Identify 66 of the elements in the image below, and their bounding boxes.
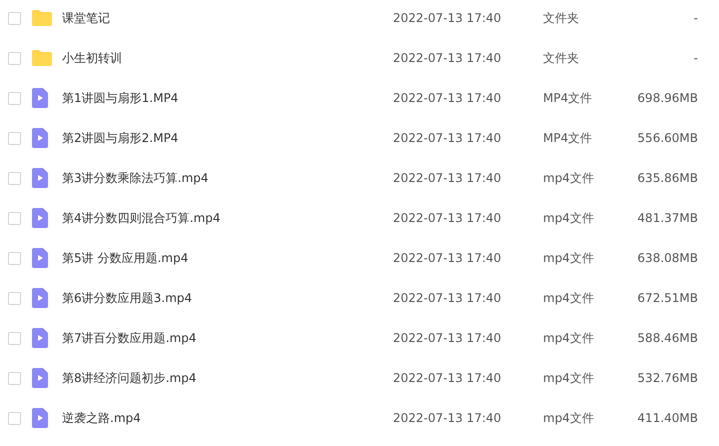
video-file-icon: [32, 168, 48, 188]
file-name[interactable]: 第3讲分数乘除法巧算.mp4: [62, 170, 393, 186]
file-type: mp4文件: [543, 410, 595, 426]
file-size: 411.40MB: [637, 411, 698, 425]
video-file-icon: [32, 328, 48, 348]
video-file-icon: [32, 248, 48, 268]
modified-date: 2022-07-13 17:40: [393, 91, 502, 105]
file-size: -: [694, 51, 698, 65]
modified-date: 2022-07-13 17:40: [393, 171, 502, 185]
file-type: 文件夹: [543, 50, 580, 66]
checkbox[interactable]: [8, 292, 21, 304]
checkbox[interactable]: [8, 172, 21, 184]
modified-date: 2022-07-13 17:40: [393, 371, 502, 385]
file-size: 698.96MB: [637, 91, 698, 105]
modified-date: 2022-07-13 17:40: [393, 331, 502, 345]
file-name[interactable]: 第6讲分数应用题3.mp4: [62, 290, 393, 306]
file-name[interactable]: 第4讲分数四则混合巧算.mp4: [62, 210, 393, 226]
video-file-icon: [32, 208, 48, 228]
file-name[interactable]: 课堂笔记: [62, 10, 393, 26]
video-file-icon: [32, 88, 48, 108]
file-size: 588.46MB: [637, 331, 698, 345]
file-type: mp4文件: [543, 330, 595, 346]
file-name[interactable]: 第8讲经济问题初步.mp4: [62, 370, 393, 386]
checkbox[interactable]: [8, 212, 21, 224]
folder-icon: [32, 50, 52, 66]
file-size: 556.60MB: [637, 131, 698, 145]
file-size: 638.08MB: [637, 251, 698, 265]
modified-date: 2022-07-13 17:40: [393, 11, 502, 25]
modified-date: 2022-07-13 17:40: [393, 251, 502, 265]
file-type: mp4文件: [543, 170, 595, 186]
file-size: 532.76MB: [637, 371, 698, 385]
modified-date: 2022-07-13 17:40: [393, 291, 502, 305]
video-file-icon: [32, 368, 48, 388]
checkbox[interactable]: [8, 92, 21, 104]
file-type: 文件夹: [543, 10, 580, 26]
file-type: mp4文件: [543, 210, 595, 226]
modified-date: 2022-07-13 17:40: [393, 411, 502, 425]
checkbox[interactable]: [8, 332, 21, 344]
file-name[interactable]: 逆袭之路.mp4: [62, 410, 393, 426]
file-type: mp4文件: [543, 250, 595, 266]
folder-icon: [32, 10, 52, 26]
file-size: 635.86MB: [637, 171, 698, 185]
checkbox[interactable]: [8, 132, 21, 144]
file-type: MP4文件: [543, 90, 594, 106]
file-type: MP4文件: [543, 130, 594, 146]
checkbox[interactable]: [8, 12, 21, 24]
checkbox[interactable]: [8, 372, 21, 384]
checkbox[interactable]: [8, 52, 21, 64]
file-name[interactable]: 第2讲圆与扇形2.MP4: [62, 130, 393, 146]
modified-date: 2022-07-13 17:40: [393, 131, 502, 145]
modified-date: 2022-07-13 17:40: [393, 51, 502, 65]
video-file-icon: [32, 128, 48, 148]
file-size: 672.51MB: [637, 291, 698, 305]
checkbox[interactable]: [8, 252, 21, 264]
file-size: -: [694, 11, 698, 25]
video-file-icon: [32, 288, 48, 308]
video-file-icon: [32, 408, 48, 428]
file-name[interactable]: 小生初转训: [62, 50, 393, 66]
file-name[interactable]: 第5讲 分数应用题.mp4: [62, 250, 393, 266]
file-name[interactable]: 第7讲百分数应用题.mp4: [62, 330, 393, 346]
file-type: mp4文件: [543, 290, 595, 306]
file-type: mp4文件: [543, 370, 595, 386]
checkbox[interactable]: [8, 412, 21, 424]
modified-date: 2022-07-13 17:40: [393, 211, 502, 225]
file-name[interactable]: 第1讲圆与扇形1.MP4: [62, 90, 393, 106]
file-size: 481.37MB: [637, 211, 698, 225]
